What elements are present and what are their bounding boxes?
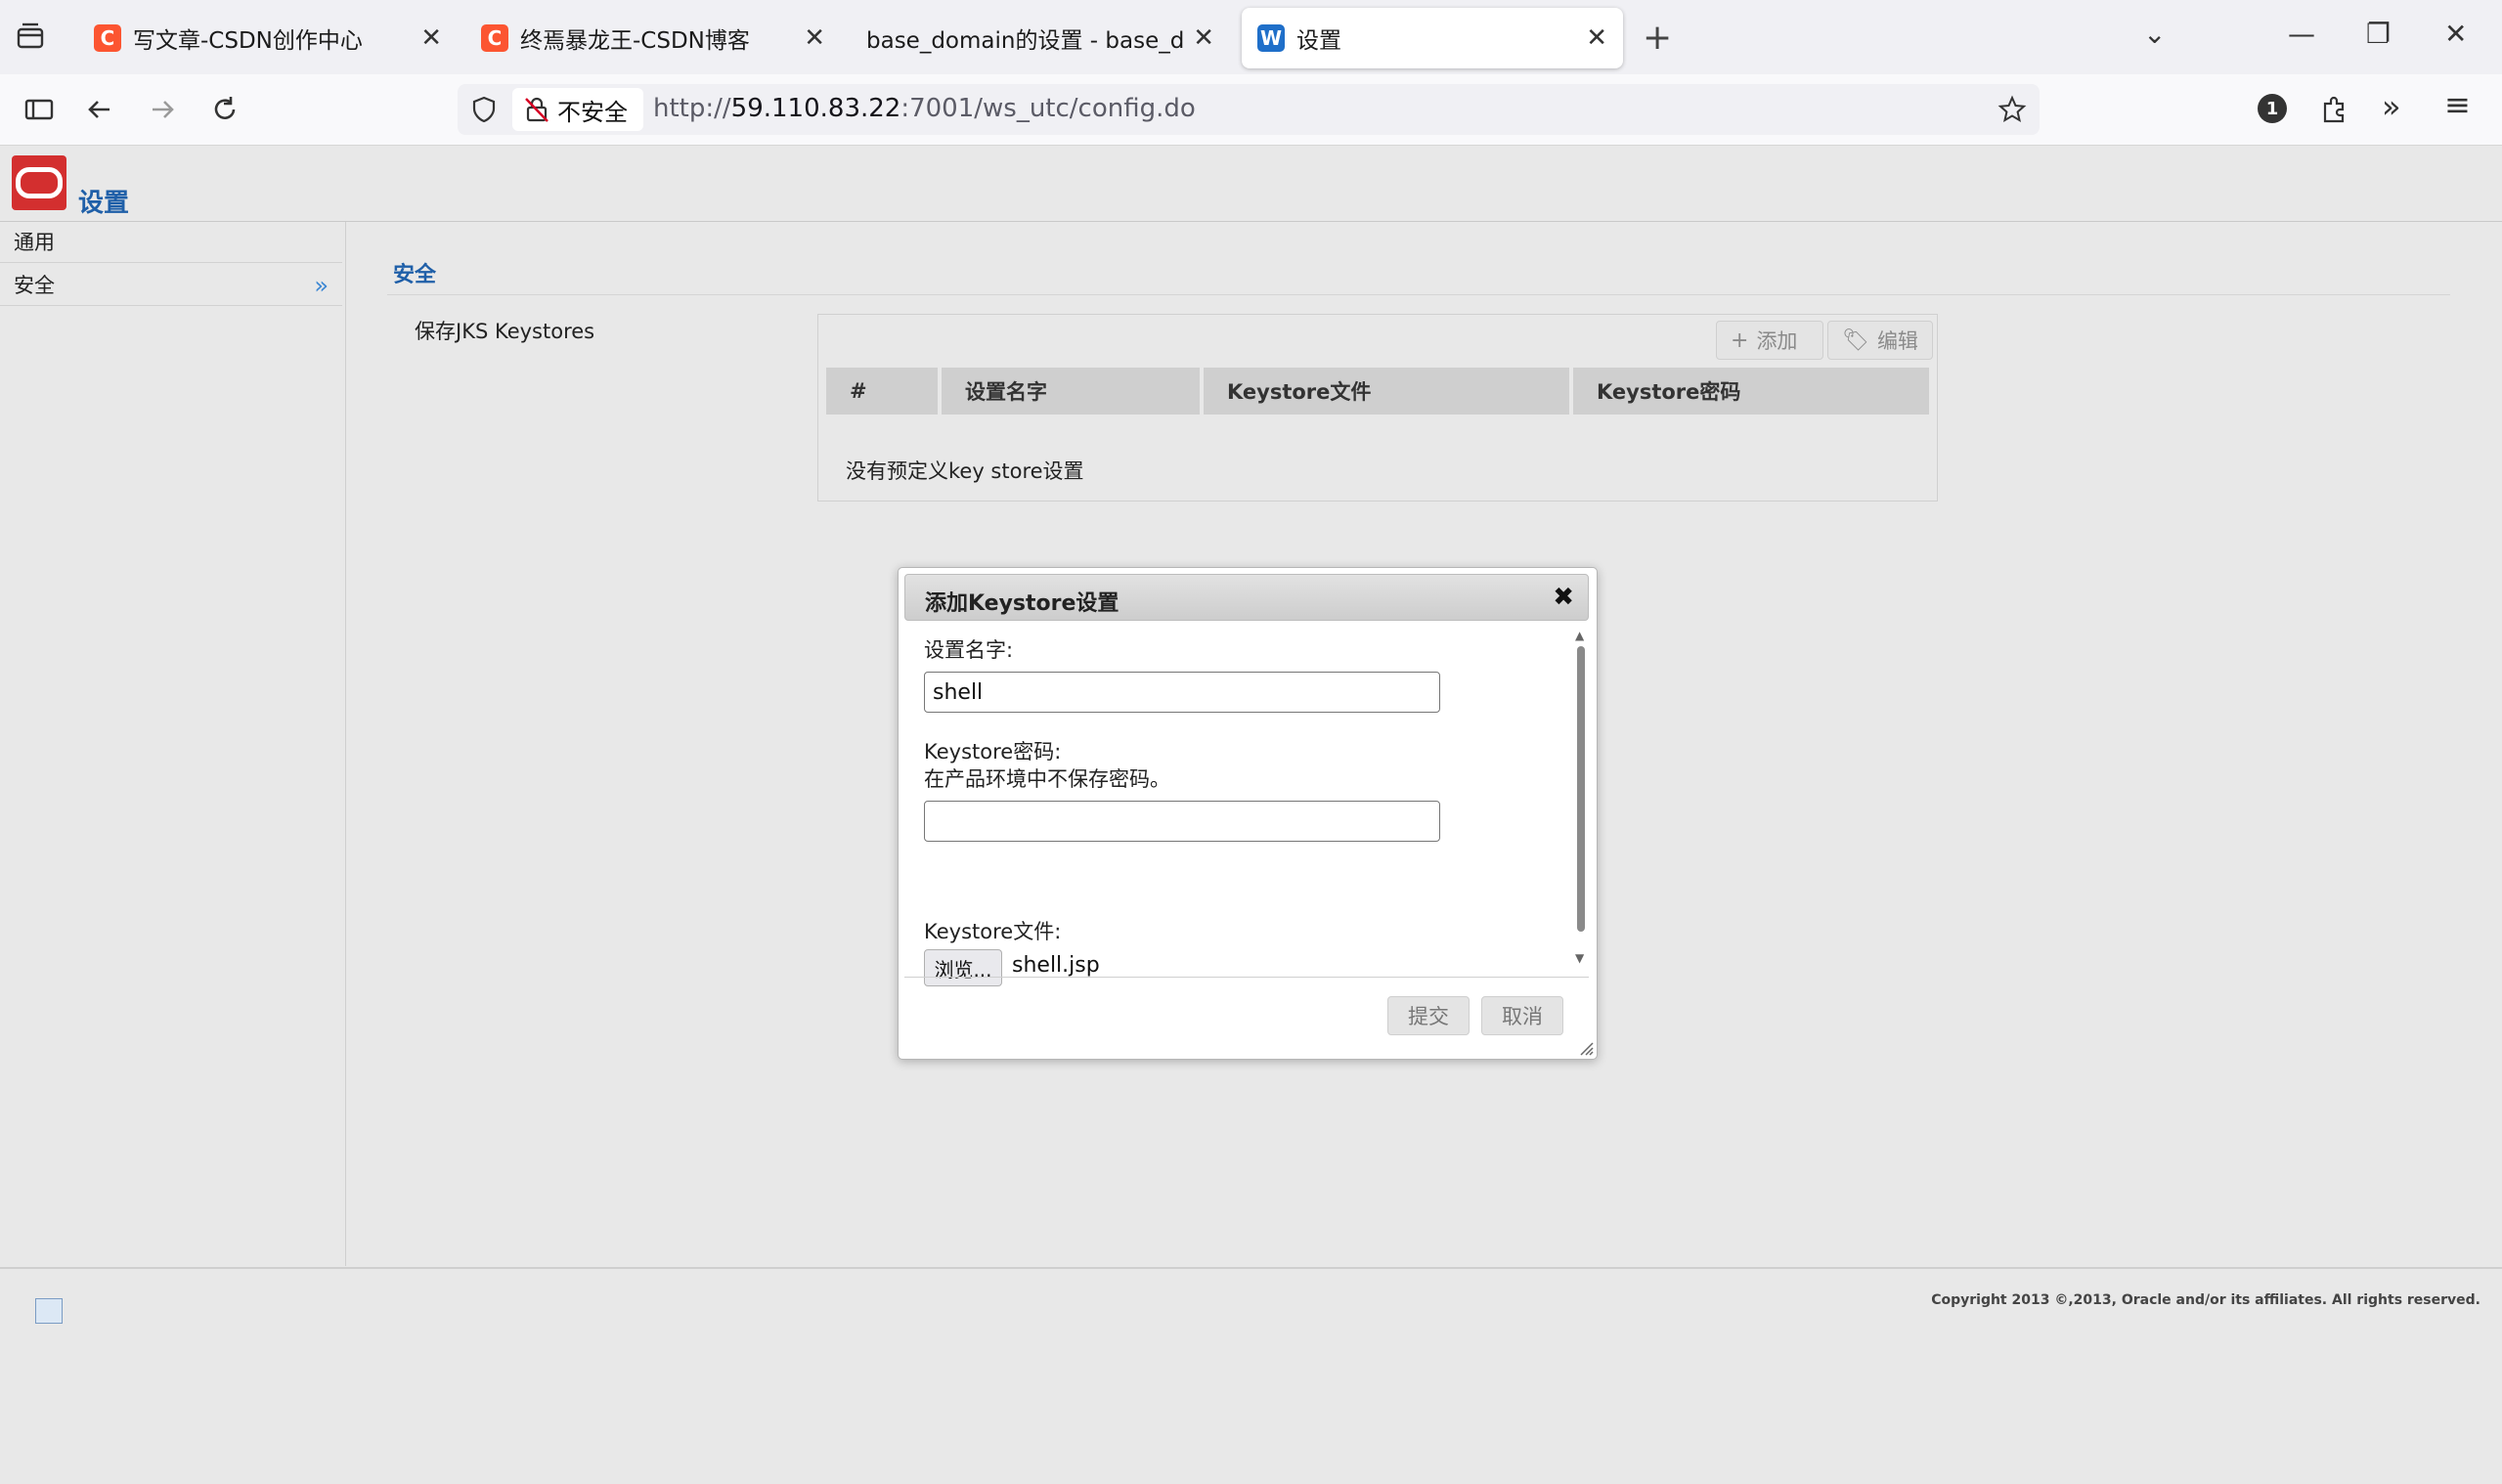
sidebar: 通用 安全 »	[0, 222, 346, 1266]
password-manager-badge-icon[interactable]: 1	[2258, 94, 2287, 123]
url-host: 59.110.83.22	[730, 94, 901, 123]
dialog-title: 添加Keystore设置	[925, 591, 1119, 616]
url-path: :7001/ws_utc/config.do	[900, 94, 1196, 123]
browse-button[interactable]: 浏览...	[924, 949, 1002, 986]
keystore-panel: + 添加 🏷 编辑 # 设置名字 Keystore文件 Keystore密码 没…	[817, 314, 1938, 502]
keystore-table: # 设置名字 Keystore文件 Keystore密码	[822, 368, 1933, 415]
back-arrow-icon[interactable]	[82, 92, 117, 127]
oracle-logo-icon	[12, 155, 66, 210]
sidebar-item-label: 通用	[14, 231, 55, 254]
csdn-favicon-icon: C	[481, 24, 508, 52]
close-icon[interactable]: ✖	[1553, 583, 1574, 612]
copyright-text: Copyright 2013 ©,2013, Oracle and/or its…	[1931, 1292, 2480, 1308]
selected-file-name: shell.jsp	[1012, 953, 1100, 978]
scroll-down-arrow-icon[interactable]: ▼	[1575, 951, 1584, 965]
tab-list-icon[interactable]	[16, 22, 45, 51]
keystores-label: 保存JKS Keystores	[415, 320, 595, 343]
browser-nav-bar: 不安全 http://59.110.83.22:7001/ws_utc/conf…	[0, 74, 2502, 146]
empty-table-message: 没有预定义key store设置	[846, 459, 1084, 483]
tab-base-domain[interactable]: base_domain的设置 - base_doma ✕	[851, 8, 1230, 68]
new-tab-icon[interactable]: +	[1643, 18, 1672, 58]
column-header-file[interactable]: Keystore文件	[1204, 368, 1569, 415]
submit-button[interactable]: 提交	[1387, 996, 1470, 1035]
menu-hamburger-icon[interactable]: ≡	[2444, 86, 2471, 123]
insecure-lock-icon	[525, 97, 549, 122]
footer: Copyright 2013 ©,2013, Oracle and/or its…	[0, 1267, 2502, 1484]
image-icon[interactable]	[35, 1298, 63, 1324]
close-icon[interactable]: ✕	[1586, 23, 1607, 53]
scrollbar-thumb[interactable]	[1577, 646, 1585, 932]
browser-tab-bar: C 写文章-CSDN创作中心 ✕ C 终焉暴龙王-CSDN博客 ✕ base_d…	[0, 0, 2502, 75]
csdn-favicon-icon: C	[94, 24, 121, 52]
more-tools-chevron-icon[interactable]: »	[2382, 88, 2401, 125]
double-chevron-right-icon: »	[314, 272, 329, 299]
plus-icon: +	[1731, 327, 1749, 353]
page-header: 设置	[0, 146, 2502, 222]
forward-arrow-icon[interactable]	[145, 92, 180, 127]
security-label: 不安全	[557, 98, 628, 126]
window-close-icon[interactable]: ✕	[2444, 18, 2467, 50]
edit-button[interactable]: 🏷 编辑	[1827, 321, 1933, 360]
tab-overflow-chevron-icon[interactable]: ⌄	[2143, 18, 2166, 50]
column-header-password[interactable]: Keystore密码	[1573, 368, 1929, 415]
security-indicator[interactable]: 不安全	[512, 88, 643, 131]
keystore-password-label: Keystore密码:	[924, 740, 1062, 764]
dialog-footer-divider	[904, 977, 1589, 978]
tab-title: 设置	[1296, 28, 1341, 54]
url-scheme: http://	[653, 94, 731, 123]
dialog-body: 设置名字: Keystore密码: 在产品环境中不保存密码。 Keystore文…	[899, 627, 1595, 986]
table-header-row: # 设置名字 Keystore文件 Keystore密码	[826, 368, 1929, 415]
setting-name-label: 设置名字:	[924, 638, 1014, 662]
sidebar-item-label: 安全	[14, 274, 55, 297]
edit-button-label: 编辑	[1876, 329, 1918, 353]
restore-icon[interactable]: ❐	[2366, 18, 2391, 50]
close-icon[interactable]: ✕	[1193, 23, 1214, 53]
bookmark-star-icon[interactable]	[1997, 94, 2028, 125]
dialog-scrollbar[interactable]: ▲ ▼	[1573, 627, 1589, 969]
tab-csdn-editor[interactable]: C 写文章-CSDN创作中心 ✕	[78, 8, 458, 68]
keystore-file-label: Keystore文件:	[924, 920, 1062, 943]
cancel-button[interactable]: 取消	[1481, 996, 1563, 1035]
tag-icon: 🏷	[1842, 327, 1869, 353]
tab-title: 写文章-CSDN创作中心	[133, 28, 363, 54]
section-title: 安全	[393, 263, 437, 287]
reload-icon[interactable]	[207, 92, 242, 127]
column-header-index[interactable]: #	[826, 368, 938, 415]
dialog-header[interactable]: 添加Keystore设置 ✖	[904, 574, 1589, 621]
address-bar[interactable]: 不安全 http://59.110.83.22:7001/ws_utc/conf…	[458, 84, 2040, 135]
tab-title: base_domain的设置 - base_doma	[866, 28, 1185, 54]
keystore-password-input[interactable]	[924, 801, 1440, 842]
sidebar-item-security[interactable]: 安全 »	[0, 265, 342, 306]
page-title: 设置	[78, 189, 130, 218]
scroll-up-arrow-icon[interactable]: ▲	[1575, 629, 1584, 642]
resize-grip-icon[interactable]	[1577, 1039, 1595, 1057]
column-header-name[interactable]: 设置名字	[942, 368, 1200, 415]
add-button-label: 添加	[1756, 329, 1798, 353]
extensions-puzzle-icon[interactable]	[2317, 92, 2352, 127]
keystore-password-hint: 在产品环境中不保存密码。	[924, 767, 1170, 791]
minimize-icon[interactable]: —	[2288, 18, 2315, 50]
tab-settings[interactable]: W 设置 ✕	[1242, 8, 1623, 68]
tab-csdn-blog[interactable]: C 终焉暴龙王-CSDN博客 ✕	[465, 8, 841, 68]
shield-icon[interactable]	[469, 95, 499, 124]
tab-title: 终焉暴龙王-CSDN博客	[520, 28, 750, 54]
close-icon[interactable]: ✕	[420, 23, 442, 53]
url-text[interactable]: http://59.110.83.22:7001/ws_utc/config.d…	[653, 94, 1196, 123]
add-button[interactable]: + 添加	[1716, 321, 1823, 360]
close-icon[interactable]: ✕	[804, 23, 825, 53]
setting-name-input[interactable]	[924, 672, 1440, 713]
sidebar-item-general[interactable]: 通用	[0, 222, 342, 263]
add-keystore-dialog: 添加Keystore设置 ✖ 设置名字: Keystore密码: 在产品环境中不…	[898, 567, 1598, 1060]
section-divider	[387, 294, 2450, 295]
sidebar-toggle-icon[interactable]	[22, 92, 57, 127]
weblogic-favicon-icon: W	[1257, 24, 1285, 52]
